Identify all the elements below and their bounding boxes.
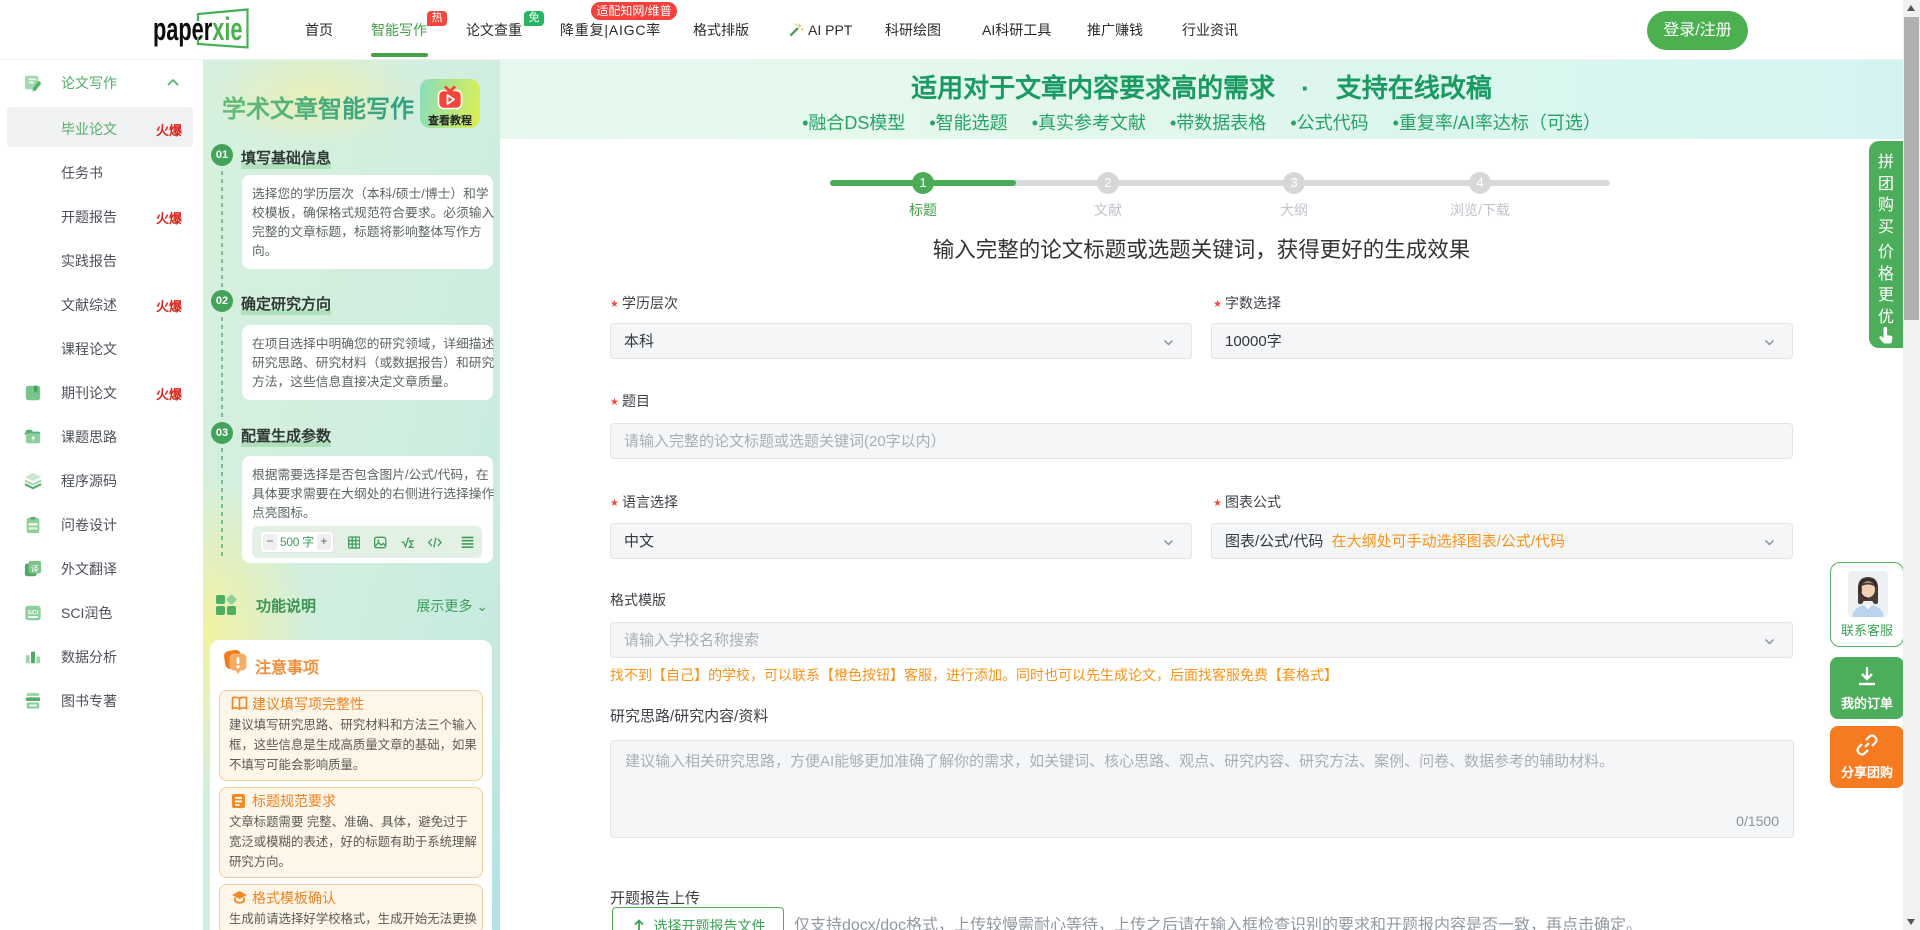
svg-text:SCI: SCI <box>27 609 38 616</box>
svg-text:译: 译 <box>31 564 39 573</box>
